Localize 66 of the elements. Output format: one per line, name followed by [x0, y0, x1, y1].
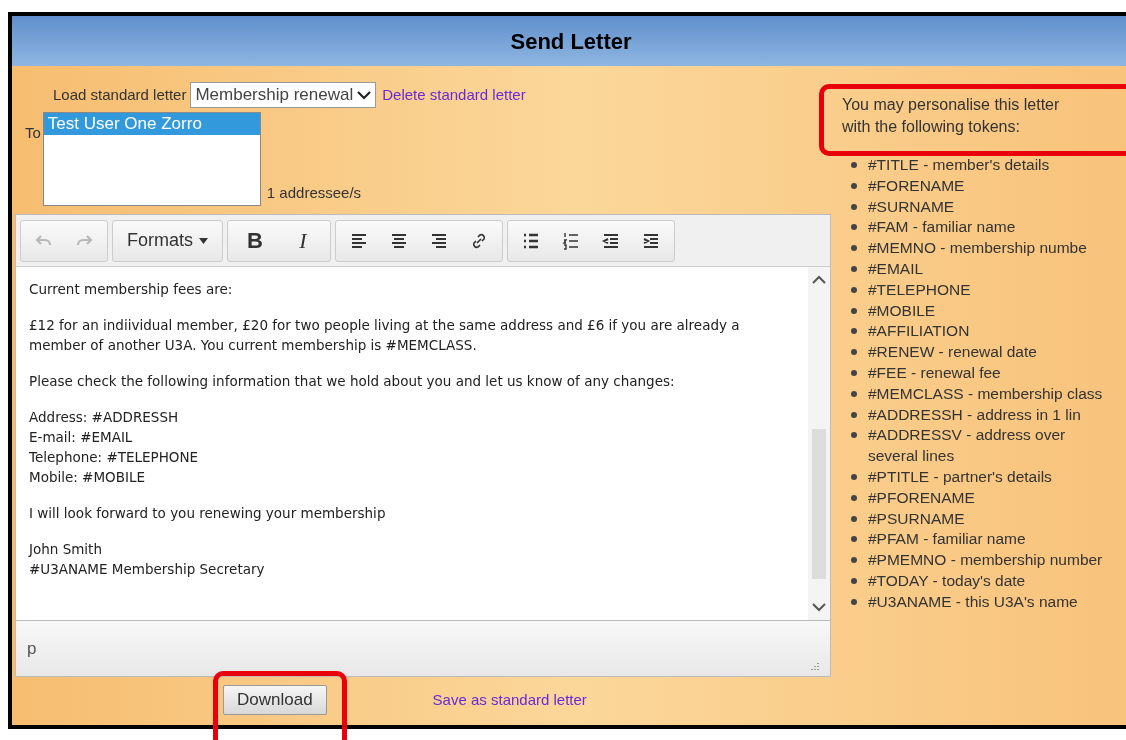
token-item: #U3ANAME - this U3A's name	[868, 591, 1078, 612]
bullet-icon	[851, 473, 857, 480]
letter-paragraph: John Smith #U3ANAME Membership Secretary	[29, 540, 266, 579]
resize-grip-icon[interactable]	[809, 662, 819, 672]
scroll-down-icon[interactable]	[812, 602, 826, 612]
token-item: #TELEPHONE	[868, 279, 971, 300]
token-item: #RENEW - renewal date	[868, 342, 1037, 363]
letter-paragraph: Address: #ADDRESSH E-mail: #EMAIL Telephone: #TELEPHONE Mobile: #MOBILE	[29, 408, 200, 487]
chevron-down-icon	[357, 90, 372, 100]
token-item: #PMEMNO - membership number	[868, 550, 1103, 571]
bullet-icon	[851, 536, 857, 543]
caret-icon	[199, 237, 208, 244]
bullet-icon	[851, 224, 857, 231]
save-letter-link[interactable]: Save as standard letter	[432, 688, 587, 712]
bullet-icon	[851, 245, 857, 252]
bullet-icon	[851, 411, 857, 418]
token-item: #FORENAME	[868, 175, 965, 196]
bullet-icon	[851, 349, 857, 356]
token-item: #ADDRESSH - address in 1 lin	[868, 404, 1081, 425]
letter-paragraph: Please check the following information that we hold about you and let us know of any changes:	[29, 372, 676, 391]
bullet-icon	[851, 390, 857, 397]
scroll-up-icon[interactable]	[812, 275, 826, 285]
bullet-icon	[851, 182, 857, 189]
addressee-count: 1 addressee/s	[266, 182, 362, 203]
bullet-icon	[851, 369, 857, 376]
bullet-icon	[851, 598, 857, 605]
to-label: To	[25, 123, 41, 143]
bullet-icon	[851, 286, 857, 293]
token-item: #SURNAME	[868, 196, 955, 217]
download-button[interactable]: Download	[223, 685, 327, 715]
token-item: #PTITLE - partner's details	[868, 466, 1052, 487]
token-item: #PFAM - familiar name	[868, 529, 1026, 550]
load-letter-label: Load standard letter	[53, 84, 187, 105]
token-item: #AFFILIATION	[868, 321, 970, 342]
token-item: #FAM - familiar name	[868, 217, 1016, 238]
token-item: #PSURNAME	[868, 508, 965, 529]
bullet-icon	[851, 266, 857, 272]
italic-button[interactable]: I	[280, 222, 326, 259]
delete-letter-link[interactable]: Delete standard letter	[382, 83, 526, 107]
token-item: #TODAY - today's date	[868, 570, 1026, 591]
bullet-icon	[851, 577, 857, 584]
bullet-icon	[851, 328, 857, 335]
element-path: p	[27, 637, 37, 660]
bullet-icon	[851, 432, 857, 439]
bullet-icon	[851, 494, 857, 501]
bullet-icon	[851, 203, 857, 210]
letter-paragraph: £12 for an indiividual member, £20 for two people living at the same address and £6 if you are already a member of another U3A. You current membership is #MEMCLASS.	[29, 316, 741, 355]
token-item: #ADDRESSV - address over several lines	[868, 425, 1067, 467]
token-item: #MEMNO - membership numbe	[868, 238, 1087, 259]
window-title: Send Letter	[510, 27, 632, 56]
letter-paragraph: Current membership fees are:	[29, 280, 234, 299]
token-item: #EMAIL	[868, 259, 924, 279]
token-item: #TITLE - member's details	[868, 155, 1050, 175]
bullet-icon	[851, 307, 857, 314]
bullet-icon	[851, 162, 857, 168]
token-item: #FEE - renewal fee	[868, 362, 1001, 383]
scrollbar[interactable]	[808, 267, 830, 620]
token-item: #MOBILE	[868, 300, 936, 321]
bold-button[interactable]: B	[232, 222, 278, 259]
token-item: #MEMCLASS - membership class	[868, 383, 1103, 404]
bullet-icon	[851, 557, 857, 564]
bullet-icon	[851, 515, 857, 522]
letter-paragraph: I will look forward to you renewing your membership	[29, 504, 387, 523]
tokens-intro: You may personalise this letter with the following tokens:	[842, 95, 1061, 137]
letter-select[interactable]: Membership renewal	[190, 82, 377, 108]
token-item: #PFORENAME	[868, 487, 975, 508]
